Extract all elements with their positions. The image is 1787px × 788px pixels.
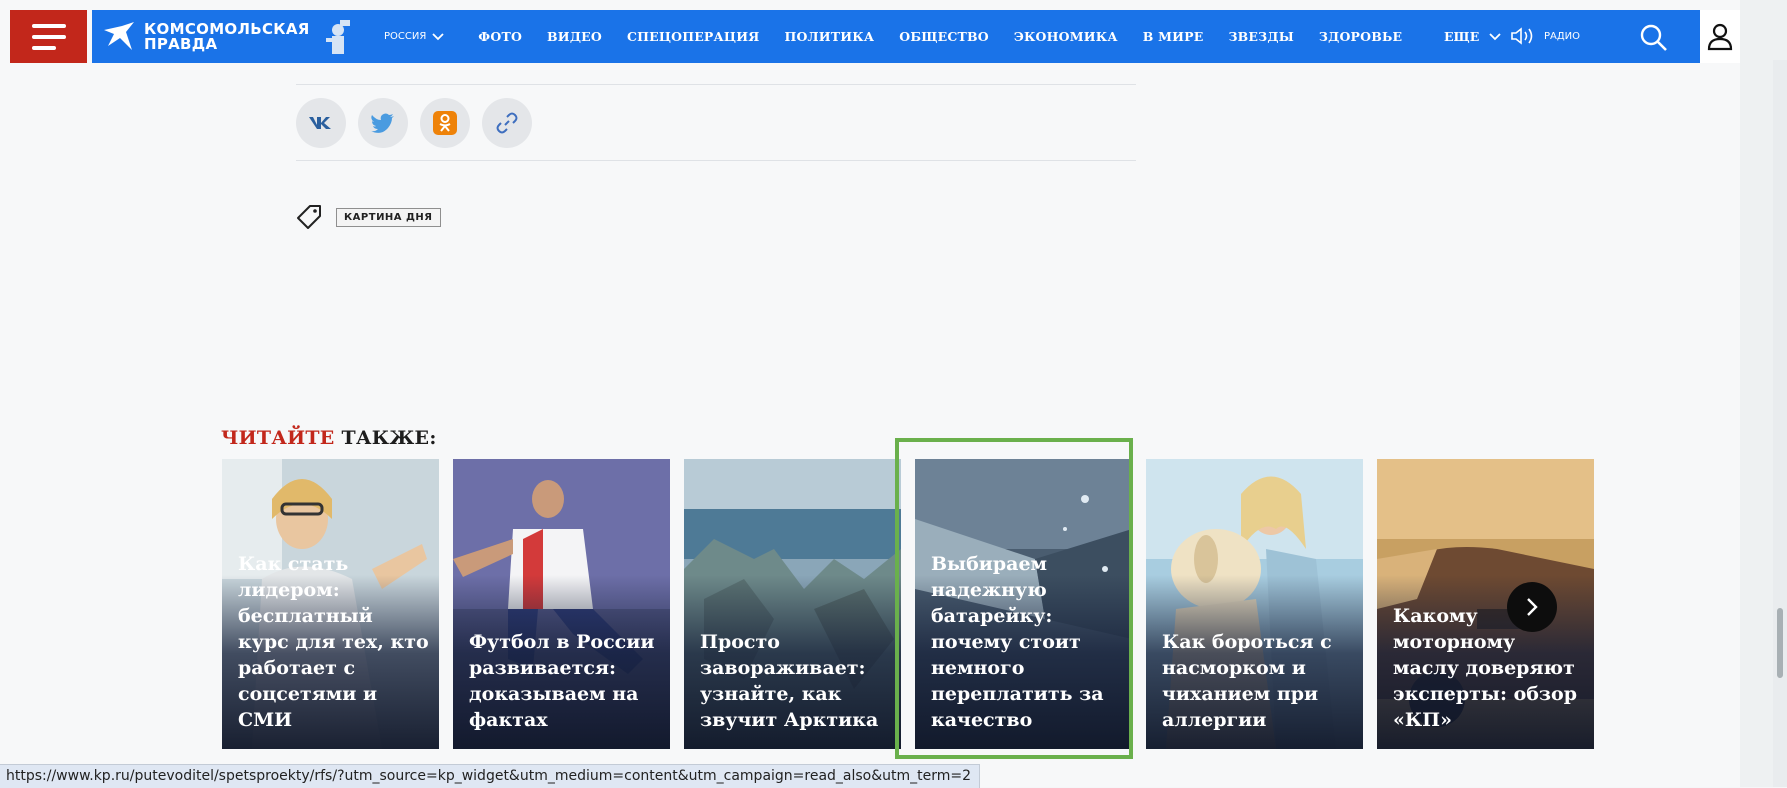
- nav-item-world[interactable]: В МИРЕ: [1143, 29, 1204, 44]
- link-icon: [496, 112, 518, 134]
- logo-line2: ПРАВДА: [144, 34, 218, 53]
- divider: [296, 84, 1136, 85]
- nav-item-photo[interactable]: ФОТО: [478, 29, 522, 44]
- card-title: Как стать лидером: бесплатный курс для т…: [238, 553, 429, 731]
- read-also-card[interactable]: Как стать лидером: бесплатный курс для т…: [222, 459, 439, 749]
- share-twitter-button[interactable]: [358, 98, 408, 148]
- site-header: КОМСОМОЛЬСКАЯ ПРАВДА РОССИЯ ФОТО ВИДЕО С…: [0, 8, 1740, 66]
- carousel-next-button[interactable]: [1507, 582, 1557, 632]
- logo-text: КОМСОМОЛЬСКАЯ ПРАВДА: [144, 21, 310, 53]
- nav-item-stars[interactable]: ЗВЕЗДЫ: [1228, 29, 1293, 44]
- kp-bird-icon: [104, 21, 134, 50]
- copy-link-button[interactable]: [482, 98, 532, 148]
- search-icon: [1640, 24, 1667, 51]
- burger-line: [31, 34, 66, 39]
- share-buttons: [296, 98, 532, 148]
- tags-row: КАРТИНА ДНЯ: [296, 204, 441, 230]
- card-title: Просто завораживает: узнайте, как звучит…: [700, 631, 879, 731]
- more-label: ЕЩЕ: [1444, 29, 1480, 44]
- read-also-title: ЧИТАЙТЕ ТАКЖЕ:: [221, 427, 437, 449]
- burger-line: [31, 23, 66, 28]
- tag-icon: [297, 205, 321, 229]
- chevron-down-icon: [432, 32, 444, 40]
- chevron-down-icon: [1489, 32, 1501, 40]
- burger-line: [31, 45, 56, 50]
- twitter-icon: [371, 113, 394, 133]
- more-menu[interactable]: ЕЩЕ: [1444, 29, 1501, 44]
- scrollbar[interactable]: [1773, 60, 1787, 787]
- read-also-card[interactable]: Выбираем надежную батарейку: почему стои…: [915, 459, 1132, 749]
- tag-kartina-dnya[interactable]: КАРТИНА ДНЯ: [336, 207, 441, 227]
- statue-icon: [325, 19, 350, 54]
- share-vk-button[interactable]: [296, 98, 346, 148]
- status-bar-url: https://www.kp.ru/putevoditel/spetsproek…: [0, 764, 981, 788]
- nav-item-health[interactable]: ЗДОРОВЬЕ: [1319, 29, 1402, 44]
- user-button[interactable]: [1700, 10, 1740, 63]
- read-also-card[interactable]: Какому моторному маслу доверяют эксперты…: [1377, 459, 1594, 749]
- read-also-title-red: ЧИТАЙТЕ: [221, 427, 335, 449]
- nav-item-society[interactable]: ОБЩЕСТВО: [899, 29, 989, 44]
- scrollbar-thumb[interactable]: [1777, 608, 1783, 678]
- content-area: КОМСОМОЛЬСКАЯ ПРАВДА РОССИЯ ФОТО ВИДЕО С…: [0, 0, 1740, 787]
- nav-item-video[interactable]: ВИДЕО: [547, 29, 602, 44]
- read-also-card[interactable]: Как бороться с насморком и чиханием при …: [1146, 459, 1363, 749]
- card-title: Футбол в России развивается: доказываем …: [469, 631, 655, 731]
- card-title: Выбираем надежную батарейку: почему стои…: [931, 553, 1104, 731]
- read-also-card[interactable]: Просто завораживает: узнайте, как звучит…: [684, 459, 901, 749]
- share-ok-button[interactable]: [420, 98, 470, 148]
- card-title: Какому моторному маслу доверяют эксперты…: [1393, 605, 1578, 731]
- user-icon: [1707, 23, 1733, 50]
- read-also-card[interactable]: Футбол в России развивается: доказываем …: [453, 459, 670, 749]
- region-selector[interactable]: РОССИЯ: [384, 31, 444, 42]
- radio-button[interactable]: РАДИО: [1510, 26, 1580, 46]
- page: КОМСОМОЛЬСКАЯ ПРАВДА РОССИЯ ФОТО ВИДЕО С…: [0, 0, 1787, 788]
- divider: [296, 160, 1136, 161]
- menu-button[interactable]: [10, 10, 87, 63]
- chevron-right-icon: [1527, 598, 1538, 616]
- speaker-icon: [1511, 27, 1533, 45]
- region-label: РОССИЯ: [384, 31, 427, 42]
- nav-item-special-operation[interactable]: СПЕЦОПЕРАЦИЯ: [627, 29, 759, 44]
- vk-icon: [309, 117, 331, 129]
- radio-label: РАДИО: [1544, 30, 1581, 42]
- logo[interactable]: КОМСОМОЛЬСКАЯ ПРАВДА: [102, 10, 362, 63]
- search-button[interactable]: [1638, 22, 1670, 54]
- odnoklassniki-icon: [433, 111, 457, 135]
- nav-menu: ФОТО ВИДЕО СПЕЦОПЕРАЦИЯ ПОЛИТИКА ОБЩЕСТВ…: [478, 29, 1402, 44]
- navbar: КОМСОМОЛЬСКАЯ ПРАВДА РОССИЯ ФОТО ВИДЕО С…: [92, 10, 1700, 63]
- read-also-title-dark: ТАКЖЕ:: [341, 427, 437, 449]
- nav-item-economy[interactable]: ЭКОНОМИКА: [1014, 29, 1118, 44]
- nav-item-politics[interactable]: ПОЛИТИКА: [784, 29, 874, 44]
- card-title: Как бороться с насморком и чиханием при …: [1162, 631, 1332, 731]
